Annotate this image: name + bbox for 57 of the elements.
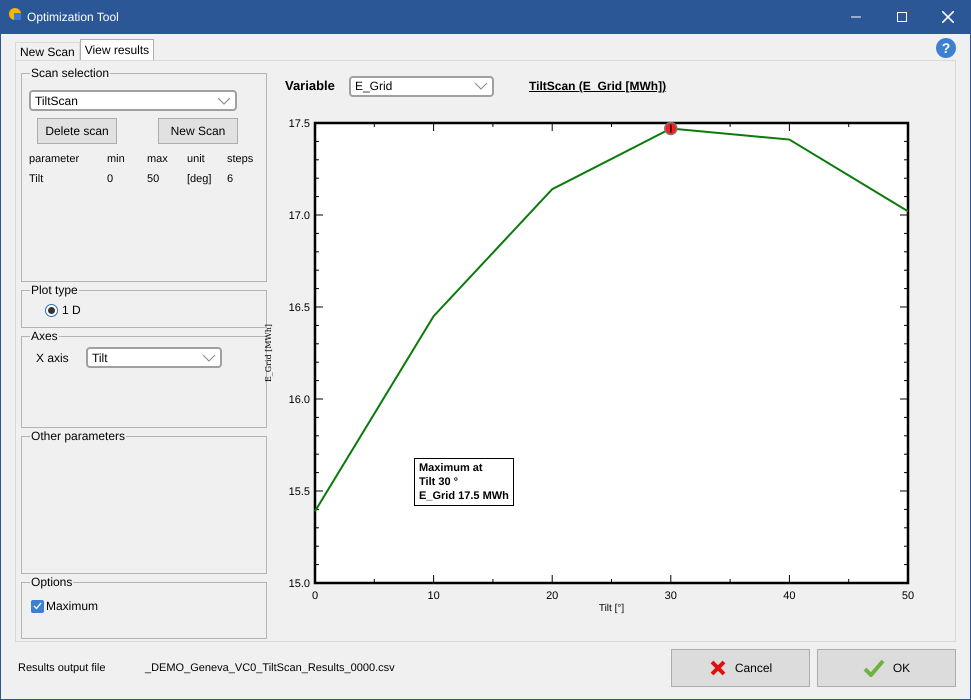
column-header: min (107, 152, 126, 167)
x-tick-label: 0 (312, 590, 318, 602)
y-tick-label: 17.5 (288, 118, 310, 130)
group-legend: Other parameters (30, 428, 126, 444)
x-axis-title: Tilt [°] (598, 603, 624, 614)
check-icon (862, 659, 885, 677)
tab[interactable]: View results (80, 39, 154, 60)
x-tick-label: 40 (783, 590, 796, 602)
tab[interactable]: New Scan (15, 42, 80, 60)
output-file-label: Results output file (18, 660, 106, 676)
chevron-icon (202, 354, 216, 362)
radio-label: 1 D (62, 302, 81, 319)
group-legend: Plot type (30, 282, 79, 298)
variable-dropdown[interactable]: E_Grid (349, 76, 494, 96)
x-tick-label: 10 (427, 590, 440, 602)
scan-dropdown[interactable]: TiltScan (29, 90, 237, 111)
column-header: parameter (29, 152, 80, 167)
cross-icon (708, 659, 727, 677)
table-cell-text: 50 (147, 172, 160, 187)
scan-button[interactable]: Delete scan (37, 118, 117, 144)
table-cell-text: Tilt (29, 172, 44, 187)
x-axis-dropdown[interactable]: Tilt (86, 347, 222, 368)
y-tick-label: 17.0 (288, 210, 310, 222)
chevron-icon (217, 96, 231, 104)
window-title: Optimization Tool (27, 9, 119, 26)
y-tick-label: 16.5 (288, 302, 310, 314)
help-button[interactable]: ? (936, 38, 956, 58)
output-file-name: _DEMO_Geneva_VC0_TiltScan_Results_0000.csv (145, 660, 395, 676)
variable-label: Variable (285, 77, 336, 96)
maximum-marker (664, 122, 678, 136)
x-tick-label: 50 (902, 590, 914, 602)
checkbox-label: Maximum (46, 598, 98, 615)
y-tick-label: 16.0 (288, 394, 310, 406)
radio-button[interactable] (45, 304, 58, 316)
scan-button[interactable]: New Scan (158, 118, 238, 144)
chevron-icon (474, 82, 488, 90)
close-icon (942, 11, 954, 23)
x-axis-label: X axis (36, 350, 70, 366)
x-tick-label: 20 (546, 590, 558, 602)
table-cell-text: 0 (107, 172, 114, 187)
maximize-icon (897, 12, 907, 22)
cancel-button[interactable]: Cancel (671, 649, 810, 687)
ok-button[interactable]: OK (817, 649, 956, 687)
column-header: max (147, 152, 169, 167)
checkbox[interactable] (31, 600, 44, 612)
column-header: unit (187, 152, 206, 167)
y-axis-title: E_Grid [MWh] (264, 324, 273, 382)
app-logo-icon (8, 7, 22, 21)
x-tick-label: 30 (664, 590, 677, 602)
chart-title: TiltScan (E_Grid [MWh]) (529, 78, 666, 95)
group-legend: Options (30, 574, 74, 590)
y-tick-label: 15.0 (288, 578, 310, 590)
table-cell-text: 6 (227, 172, 234, 187)
y-tick-label: 15.5 (288, 486, 310, 498)
maximum-note: Maximum at Tilt 30 ° E_Grid 17.5 MWh (414, 458, 514, 506)
column-header: steps (227, 152, 254, 167)
table-cell-text: [deg] (187, 172, 212, 187)
